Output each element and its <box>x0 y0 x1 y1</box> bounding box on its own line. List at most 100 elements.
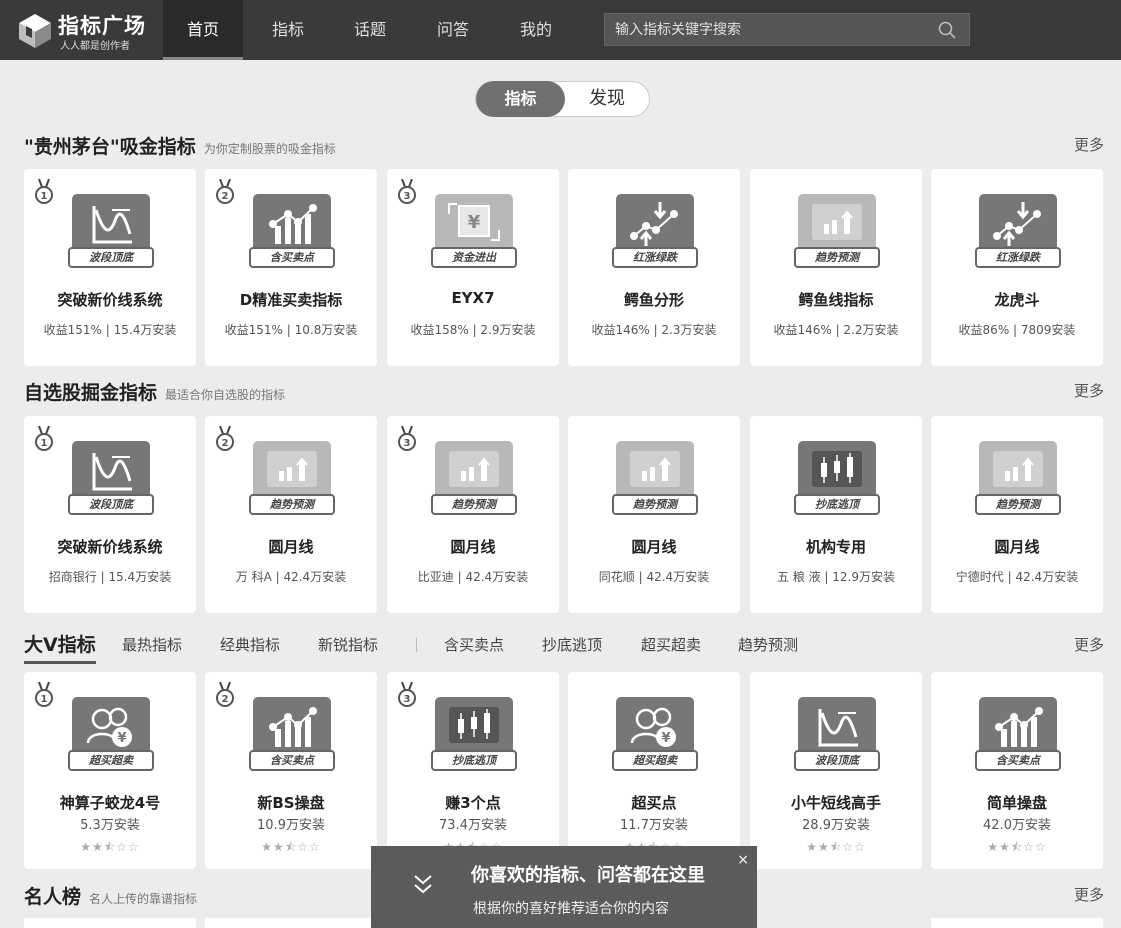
indicator-name: 突破新价线系统 <box>57 291 163 309</box>
indicator-name: 圆月线 <box>450 538 496 556</box>
indicator-name: 鳄鱼分形 <box>623 291 684 309</box>
logo-title: 指标广场 <box>58 14 146 38</box>
indicator-card[interactable]: ¥超买超卖超买点11.7万安装★★⯪☆☆ <box>568 672 740 869</box>
indicator-card[interactable]: 红涨绿跌 龙虎斗 收益86% | 7809安装 <box>931 169 1103 366</box>
category-tag: 红涨绿跌 <box>612 247 698 268</box>
install-count: 73.4万安装 <box>439 818 507 833</box>
section-title: "贵州茅台"吸金指标 为你定制股票的吸金指标 <box>24 136 336 158</box>
indicator-meta: 收益151% | 15.4万安装 <box>43 323 177 337</box>
medal-1-icon: 1 <box>35 682 53 707</box>
indicator-card[interactable]: 趋势预测 圆月线 宁德时代 | 42.4万安装 <box>931 416 1103 613</box>
indicator-meta: 比亚迪 | 42.4万安装 <box>417 570 529 584</box>
nav-topics[interactable]: 话题 <box>330 0 410 60</box>
indicator-card[interactable]: 3 趋势预测圆月线比亚迪 | 42.4万安装 <box>387 416 559 613</box>
more-link[interactable]: 更多 <box>1074 134 1104 155</box>
indicator-card[interactable]: 含买卖点 简单操盘 42.0万安装 ★★⯪☆☆ <box>931 672 1103 869</box>
category-tag: 抄底逃顶 <box>794 494 880 515</box>
svg-text:3: 3 <box>404 438 411 449</box>
svg-text:3: 3 <box>404 694 411 705</box>
card-peek <box>205 918 377 928</box>
indicator-name: 机构专用 <box>805 538 866 556</box>
double-chevron-down-icon[interactable] <box>411 872 435 898</box>
more-link[interactable]: 更多 <box>1074 380 1104 401</box>
tab-overbought[interactable]: 超买超卖 <box>641 634 701 655</box>
indicator-card[interactable]: 1 ¥ 超买超卖 神算子蛟龙4号 5.3万安装 ★★⯪☆☆ <box>24 672 196 869</box>
category-tag: 波段顶底 <box>68 494 154 515</box>
indicator-card[interactable]: 红涨绿跌 鳄鱼分形 收益146% | 2.3万安装 <box>568 169 740 366</box>
medal-1-icon: 1 <box>35 426 53 451</box>
indicator-name: 小牛短线高手 <box>790 794 881 812</box>
nav-home[interactable]: 首页 <box>163 0 243 60</box>
search-box <box>604 13 970 46</box>
install-count: 28.9万安装 <box>802 818 870 833</box>
install-count: 11.7万安装 <box>620 818 688 833</box>
indicator-card[interactable]: 2 含买卖点 新BS操盘 10.9万安装 ★★⯪☆☆ <box>205 672 377 869</box>
indicator-meta: 收益146% | 2.2万安装 <box>773 323 899 337</box>
logo[interactable]: 指标广场 人人都是创作者 <box>16 8 166 54</box>
indicator-card[interactable]: 趋势预测 圆月线 同花顺 | 42.4万安装 <box>568 416 740 613</box>
card-peek <box>24 918 196 928</box>
tab-new[interactable]: 新锐指标 <box>318 634 378 655</box>
toggle-indicators[interactable]: 指标 <box>476 81 565 117</box>
medal-2-icon: 2 <box>216 179 234 204</box>
tab-trend[interactable]: 趋势预测 <box>738 634 798 655</box>
indicator-card[interactable]: 趋势预测 鳄鱼线指标 收益146% | 2.2万安装 <box>750 169 922 366</box>
more-link[interactable]: 更多 <box>1074 884 1104 905</box>
tab-buy-sell[interactable]: 含买卖点 <box>444 634 504 655</box>
medal-2-icon: 2 <box>216 682 234 707</box>
tab-hottest[interactable]: 最热指标 <box>122 634 182 655</box>
svg-text:1: 1 <box>41 191 48 202</box>
section-title: 名人榜 名人上传的靠谱指标 <box>24 886 198 908</box>
category-tag: 含买卖点 <box>975 750 1061 771</box>
indicator-name: 圆月线 <box>631 538 677 556</box>
indicator-card[interactable]: 抄底逃顶 机构专用五 粮 液 | 12.9万安装 <box>750 416 922 613</box>
indicator-card[interactable]: 2 含买卖点 D精准买卖指标 收益151% | 10.8万安装 <box>205 169 377 366</box>
svg-text:¥: ¥ <box>117 731 126 746</box>
bigv-tabs: 大V指标 最热指标 经典指标 新锐指标 含买卖点 抄底逃顶 超买超卖 趋势预测 … <box>24 630 1104 664</box>
toggle-discover[interactable]: 发现 <box>572 82 642 116</box>
svg-text:2: 2 <box>222 191 229 202</box>
close-icon[interactable]: × <box>737 852 749 868</box>
indicator-name: 神算子蛟龙4号 <box>59 794 161 812</box>
indicator-card[interactable]: 3 ¥ 资金进出 EYX7 收益158% | 2.9万安装 <box>387 169 559 366</box>
category-tag: 趋势预测 <box>794 247 880 268</box>
top-nav-bar: 指标广场 人人都是创作者 首页 指标 话题 问答 我的 <box>0 0 1121 60</box>
tab-bigv[interactable]: 大V指标 <box>24 630 96 664</box>
indicator-meta: 收益86% | 7809安装 <box>958 323 1076 337</box>
indicator-meta: 万 科A | 42.4万安装 <box>235 570 347 584</box>
more-link[interactable]: 更多 <box>1074 634 1104 655</box>
category-tag: 资金进出 <box>431 247 517 268</box>
cube-logo-icon <box>19 14 51 48</box>
popup-title: 你喜欢的指标、问答都在这里 <box>471 865 705 886</box>
recommend-popup[interactable]: 你喜欢的指标、问答都在这里 根据你的喜好推荐适合你的内容 × <box>371 846 757 928</box>
indicator-name: 超买点 <box>631 794 677 812</box>
tab-bottom-top[interactable]: 抄底逃顶 <box>542 634 602 655</box>
indicator-meta: 招商银行 | 15.4万安装 <box>48 570 172 584</box>
medal-3-icon: 3 <box>398 179 416 204</box>
install-count: 10.9万安装 <box>257 818 325 833</box>
category-tag: 趋势预测 <box>612 494 698 515</box>
indicator-name: 突破新价线系统 <box>57 538 163 556</box>
nav-mine[interactable]: 我的 <box>496 0 576 60</box>
indicator-card[interactable]: 1 波段顶底突破新价线系统招商银行 | 15.4万安装 <box>24 416 196 613</box>
view-toggle: 指标 发现 <box>475 81 650 117</box>
card-peek <box>931 918 1103 928</box>
category-tag: 红涨绿跌 <box>975 247 1061 268</box>
indicator-name: 圆月线 <box>994 538 1040 556</box>
nav-indicators[interactable]: 指标 <box>248 0 328 60</box>
tab-divider <box>416 638 417 652</box>
indicator-card[interactable]: 波段顶底 小牛短线高手 28.9万安装 ★★⯪☆☆ <box>750 672 922 869</box>
section-watchlist-header: 自选股掘金指标 最适合你自选股的指标 更多 <box>24 378 1104 408</box>
star-rating: ★★⯪☆☆ <box>261 840 321 854</box>
category-tag: 超买超卖 <box>612 750 698 771</box>
category-tag: 趋势预测 <box>249 494 335 515</box>
indicator-card[interactable]: 1 波段顶底 突破新价线系统 收益151% | 15.4万安装 <box>24 169 196 366</box>
search-input[interactable] <box>615 19 915 41</box>
category-tag: 趋势预测 <box>431 494 517 515</box>
indicator-card[interactable]: 3抄底逃顶赚3个点73.4万安装★★⯪☆☆ <box>387 672 559 869</box>
svg-text:3: 3 <box>404 191 411 202</box>
search-icon[interactable] <box>937 20 957 40</box>
nav-qa[interactable]: 问答 <box>413 0 493 60</box>
indicator-card[interactable]: 2 趋势预测 圆月线万 科A | 42.4万安装 <box>205 416 377 613</box>
tab-classic[interactable]: 经典指标 <box>220 634 280 655</box>
